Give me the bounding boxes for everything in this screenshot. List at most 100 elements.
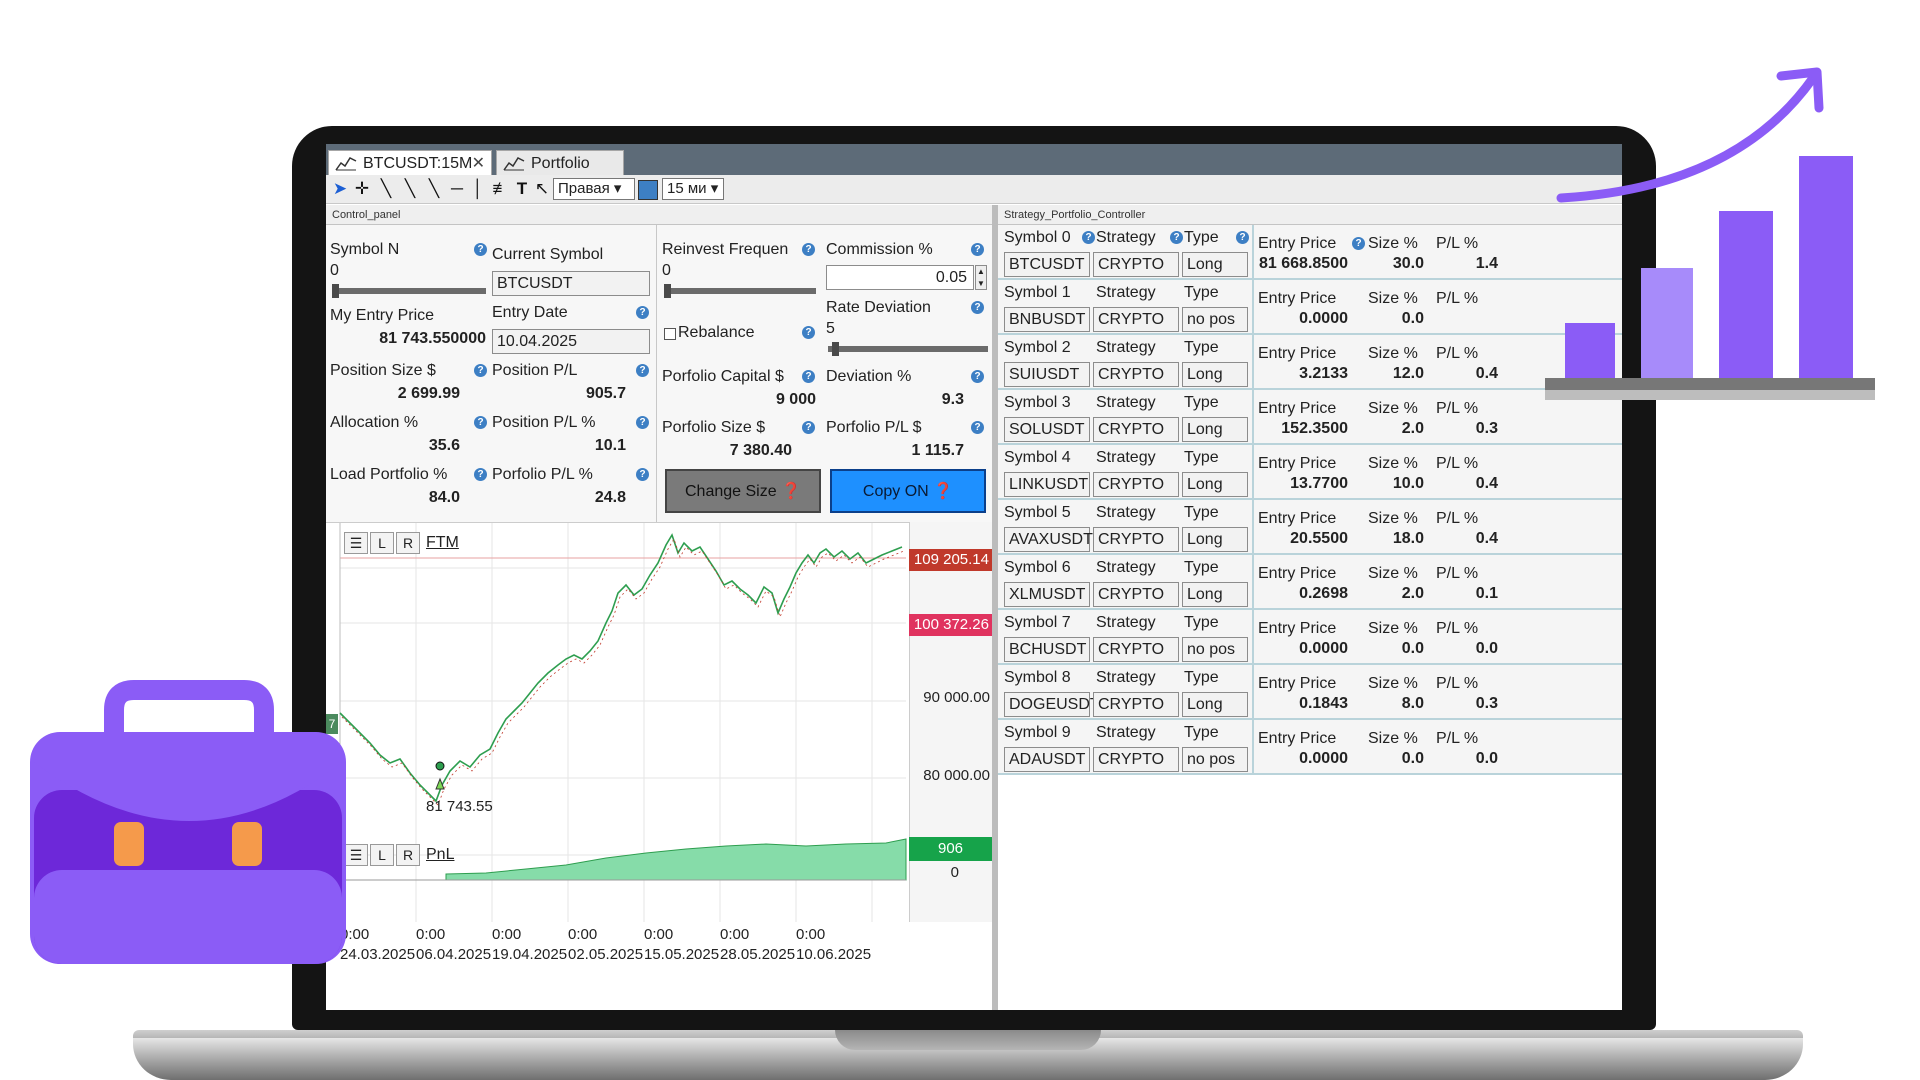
help-icon[interactable]: ?	[802, 370, 815, 383]
change-size-button[interactable]: Change Size ❓	[665, 469, 821, 513]
row-symbol-label: Symbol 7	[1004, 614, 1071, 631]
copy-on-button[interactable]: Copy ON ❓	[830, 469, 986, 513]
time-axis-date: 28.05.2025	[720, 946, 796, 963]
row-strategy-label: Strategy	[1096, 504, 1156, 521]
align-select[interactable]: Правая ▾	[553, 178, 635, 200]
help-icon[interactable]: ?	[636, 364, 649, 377]
crosshair-icon[interactable]: ✛	[352, 178, 372, 200]
row-symbol-input[interactable]: BTCUSDT	[1004, 252, 1090, 277]
left-scale-button[interactable]: L	[370, 844, 394, 866]
entry-date-input[interactable]: 10.04.2025	[492, 329, 650, 354]
right-scale-button[interactable]: R	[396, 532, 420, 554]
row-strategy-input[interactable]: CRYPTO	[1093, 417, 1179, 442]
rebalance-checkbox[interactable]	[664, 328, 676, 340]
price-line	[339, 533, 903, 803]
row-size-value: 30.0	[1392, 255, 1424, 272]
help-icon[interactable]: ?	[636, 416, 649, 429]
help-icon[interactable]: ?	[1082, 231, 1095, 244]
help-icon[interactable]: ?	[636, 468, 649, 481]
row-symbol-input[interactable]: XLMUSDT	[1004, 582, 1090, 607]
row-strategy-input[interactable]: CRYPTO	[1093, 747, 1179, 772]
help-icon[interactable]: ?	[971, 421, 984, 434]
help-icon[interactable]: ?	[1352, 237, 1365, 250]
tab-portfolio[interactable]: Portfolio	[496, 150, 624, 175]
row-size-label: Size %	[1368, 290, 1418, 307]
horizontal-line-icon[interactable]: ─	[446, 178, 468, 200]
entry-price-annotation: 81 743.55	[426, 798, 493, 815]
help-icon[interactable]: ?	[636, 306, 649, 319]
left-scale-button[interactable]: L	[370, 532, 394, 554]
pointer-icon[interactable]: ➤	[330, 178, 350, 200]
fibonacci-icon[interactable]: ≢	[490, 178, 512, 200]
row-strategy-input[interactable]: CRYPTO	[1093, 307, 1179, 332]
row-strategy-label: Strategy	[1096, 669, 1156, 686]
close-icon[interactable]: ✕	[472, 151, 485, 176]
help-icon[interactable]: ?	[474, 364, 487, 377]
slider-thumb[interactable]	[664, 284, 671, 298]
help-icon[interactable]: ?	[1236, 231, 1249, 244]
row-strategy-input[interactable]: CRYPTO	[1093, 472, 1179, 497]
reinvest-slider[interactable]	[664, 288, 816, 294]
vertical-line-icon[interactable]: │	[468, 178, 488, 200]
rate-deviation-slider[interactable]	[828, 346, 988, 352]
help-icon[interactable]: ?	[474, 243, 487, 256]
row-symbol-input[interactable]: BCHUSDT	[1004, 637, 1090, 662]
chart-tab-icon	[335, 157, 357, 171]
list-icon[interactable]: ☰	[344, 532, 368, 554]
symbol-n-slider[interactable]	[332, 288, 486, 294]
time-axis-time: 0:00	[568, 926, 598, 943]
right-scale-button[interactable]: R	[396, 844, 420, 866]
row-type-label: Type	[1184, 394, 1219, 411]
help-icon[interactable]: ?	[474, 468, 487, 481]
cursor-select-icon[interactable]: ↖	[532, 178, 552, 200]
row-symbol-input[interactable]: BNBUSDT	[1004, 307, 1090, 332]
pnl-label[interactable]: PnL	[426, 846, 454, 864]
row-strategy-input[interactable]: CRYPTO	[1093, 692, 1179, 717]
porfolio-pl-pct-value: 24.8	[594, 489, 626, 506]
help-icon[interactable]: ?	[1170, 231, 1183, 244]
commission-spinner[interactable]: ▲ ▼	[975, 265, 987, 290]
color-picker[interactable]	[638, 180, 658, 200]
row-pl-value: 0.0	[1475, 750, 1498, 767]
help-icon[interactable]: ?	[802, 326, 815, 339]
slider-thumb[interactable]	[832, 342, 839, 356]
row-strategy-input[interactable]: CRYPTO	[1093, 637, 1179, 662]
ray-tool-icon[interactable]: ╲	[398, 178, 422, 200]
row-strategy-input[interactable]: CRYPTO	[1093, 527, 1179, 552]
row-pl-value: 0.3	[1475, 695, 1498, 712]
line-tool-icon[interactable]: ╲	[374, 178, 398, 200]
axis-price-label: 80 000.00	[923, 767, 990, 784]
help-icon[interactable]: ?	[474, 416, 487, 429]
extended-line-icon[interactable]: ╲	[422, 178, 446, 200]
row-symbol-input[interactable]: LINKUSDT	[1004, 472, 1090, 497]
tab-btcusdt[interactable]: BTCUSDT:15M ✕	[328, 150, 492, 175]
commission-input[interactable]: 0.05	[826, 265, 974, 290]
entry-marker	[435, 761, 445, 771]
help-icon[interactable]: ?	[802, 421, 815, 434]
deviation-label: Deviation %	[826, 368, 912, 385]
row-symbol-input[interactable]: DOGEUSDT	[1004, 692, 1100, 717]
row-symbol-input[interactable]: ADAUSDT	[1004, 747, 1090, 772]
row-symbol-input[interactable]: SUIUSDT	[1004, 362, 1090, 387]
time-axis-date: 10.06.2025	[796, 946, 872, 963]
price-tag-high: 109 205.14	[909, 549, 992, 571]
row-symbol-input[interactable]: SOLUSDT	[1004, 417, 1090, 442]
help-icon[interactable]: ?	[971, 243, 984, 256]
current-symbol-input[interactable]: BTCUSDT	[492, 271, 650, 296]
help-icon[interactable]: ?	[971, 301, 984, 314]
row-strategy-input[interactable]: CRYPTO	[1093, 582, 1179, 607]
help-icon[interactable]: ?	[802, 243, 815, 256]
help-icon[interactable]: ?	[971, 370, 984, 383]
text-tool-icon[interactable]: T	[512, 178, 532, 200]
row-size-label: Size %	[1368, 345, 1418, 362]
commission-label: Commission %	[826, 241, 933, 258]
row-strategy-input[interactable]: CRYPTO	[1093, 252, 1179, 277]
chart-symbol-label[interactable]: FTM	[426, 534, 459, 552]
rebalance-label: Rebalance	[678, 324, 755, 341]
slider-thumb[interactable]	[332, 284, 339, 298]
position-size-value: 2 699.99	[397, 385, 460, 402]
timeframe-select[interactable]: 15 ми ▾	[662, 178, 724, 200]
row-symbol-input[interactable]: AVAXUSDT	[1004, 527, 1093, 552]
row-strategy-input[interactable]: CRYPTO	[1093, 362, 1179, 387]
row-symbol-label: Symbol 2	[1004, 339, 1071, 356]
